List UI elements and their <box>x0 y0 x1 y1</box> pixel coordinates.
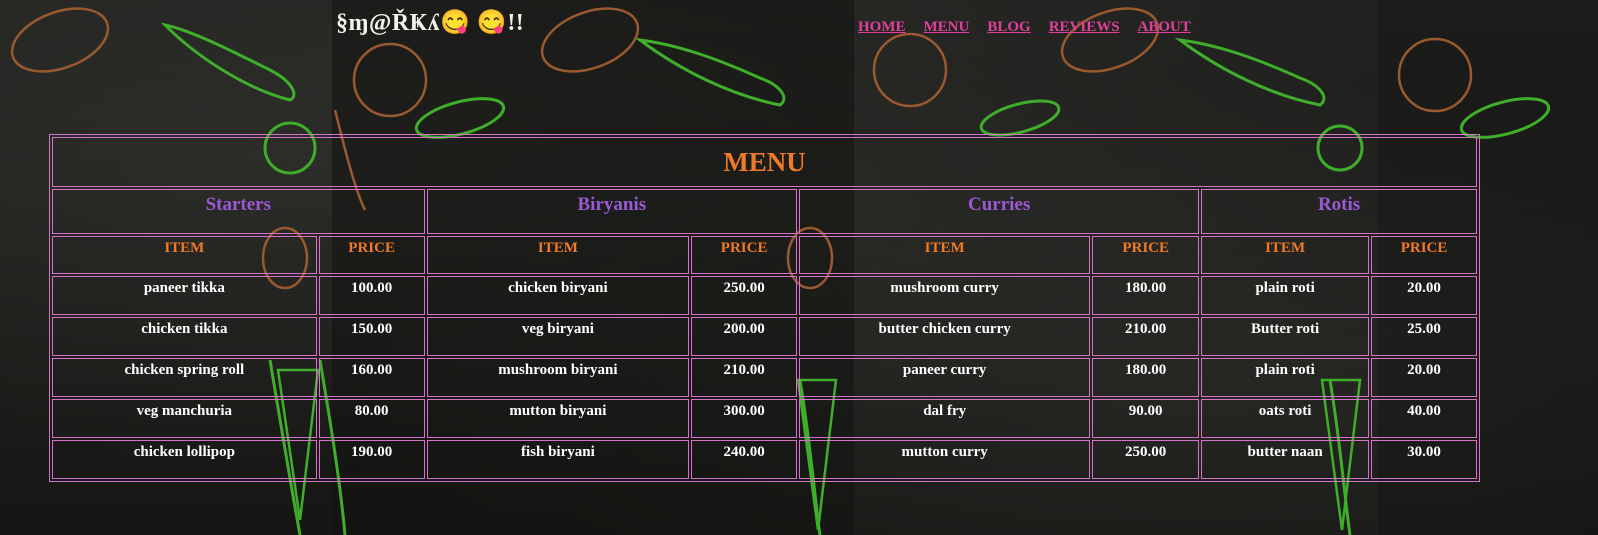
menu-item-name: plain roti <box>1201 276 1370 315</box>
menu-item-name: mushroom biryani <box>426 358 690 397</box>
menu-row: chicken lollipop 190.00 fish biryani 240… <box>52 440 1477 479</box>
menu-item-price: 90.00 <box>1092 399 1200 438</box>
menu-item-name: mutton biryani <box>426 399 690 438</box>
nav-link-blog[interactable]: BLOG <box>987 19 1030 36</box>
menu-item-name: chicken lollipop <box>52 440 317 479</box>
menu-item-name: chicken tikka <box>52 317 317 356</box>
menu-item-price: 150.00 <box>318 317 425 356</box>
top-navigation: HOME MENU BLOG REVIEWS ABOUT <box>858 19 1209 36</box>
section-heading-biryanis: Biryanis <box>426 189 798 234</box>
menu-item-price: 180.00 <box>1092 358 1200 397</box>
nav-link-reviews[interactable]: REVIEWS <box>1049 19 1120 36</box>
menu-item-name: plain roti <box>1201 358 1370 397</box>
menu-item-name: mushroom curry <box>799 276 1091 315</box>
menu-item-price: 160.00 <box>318 358 425 397</box>
price-column-header: PRICE <box>691 236 798 274</box>
menu-item-name: paneer tikka <box>52 276 317 315</box>
menu-row: veg manchuria 80.00 mutton biryani 300.0… <box>52 399 1477 438</box>
nav-link-home[interactable]: HOME <box>858 19 906 36</box>
price-column-header: PRICE <box>318 236 425 274</box>
menu-item-price: 250.00 <box>1092 440 1200 479</box>
menu-item-price: 30.00 <box>1371 440 1477 479</box>
price-column-header: PRICE <box>1092 236 1200 274</box>
menu-item-price: 20.00 <box>1371 276 1477 315</box>
menu-item-name: oats roti <box>1201 399 1370 438</box>
menu-item-price: 210.00 <box>691 358 798 397</box>
menu-item-price: 210.00 <box>1092 317 1200 356</box>
menu-table: MENU Starters Biryanis Curries Rotis ITE… <box>49 134 1480 482</box>
menu-item-name: dal fry <box>799 399 1091 438</box>
menu-item-name: mutton curry <box>799 440 1091 479</box>
section-heading-curries: Curries <box>799 189 1200 234</box>
menu-row: chicken spring roll 160.00 mushroom biry… <box>52 358 1477 397</box>
menu-item-name: chicken spring roll <box>52 358 317 397</box>
section-heading-starters: Starters <box>52 189 425 234</box>
column-header-row: ITEM PRICE ITEM PRICE ITEM PRICE ITEM PR… <box>52 236 1477 274</box>
item-column-header: ITEM <box>52 236 317 274</box>
site-brand-logo[interactable]: §ɱ@ŘҜʎ😋 😋!! <box>336 8 524 37</box>
menu-title: MENU <box>52 137 1477 187</box>
menu-item-price: 25.00 <box>1371 317 1477 356</box>
menu-item-name: chicken biryani <box>426 276 690 315</box>
nav-link-about[interactable]: ABOUT <box>1138 19 1191 36</box>
menu-item-name: veg biryani <box>426 317 690 356</box>
menu-row: paneer tikka 100.00 chicken biryani 250.… <box>52 276 1477 315</box>
menu-item-name: Butter roti <box>1201 317 1370 356</box>
menu-item-name: butter chicken curry <box>799 317 1091 356</box>
nav-link-menu[interactable]: MENU <box>924 19 970 36</box>
menu-row: chicken tikka 150.00 veg biryani 200.00 … <box>52 317 1477 356</box>
item-column-header: ITEM <box>426 236 690 274</box>
menu-item-name: butter naan <box>1201 440 1370 479</box>
price-column-header: PRICE <box>1371 236 1477 274</box>
menu-item-price: 40.00 <box>1371 399 1477 438</box>
section-heading-rotis: Rotis <box>1201 189 1477 234</box>
menu-item-price: 80.00 <box>318 399 425 438</box>
item-column-header: ITEM <box>1201 236 1370 274</box>
menu-item-price: 240.00 <box>691 440 798 479</box>
menu-item-price: 300.00 <box>691 399 798 438</box>
menu-item-price: 180.00 <box>1092 276 1200 315</box>
menu-item-name: paneer curry <box>799 358 1091 397</box>
menu-item-price: 20.00 <box>1371 358 1477 397</box>
menu-item-price: 250.00 <box>691 276 798 315</box>
menu-item-price: 190.00 <box>318 440 425 479</box>
menu-item-price: 200.00 <box>691 317 798 356</box>
menu-item-price: 100.00 <box>318 276 425 315</box>
item-column-header: ITEM <box>799 236 1091 274</box>
menu-item-name: fish biryani <box>426 440 690 479</box>
menu-item-name: veg manchuria <box>52 399 317 438</box>
